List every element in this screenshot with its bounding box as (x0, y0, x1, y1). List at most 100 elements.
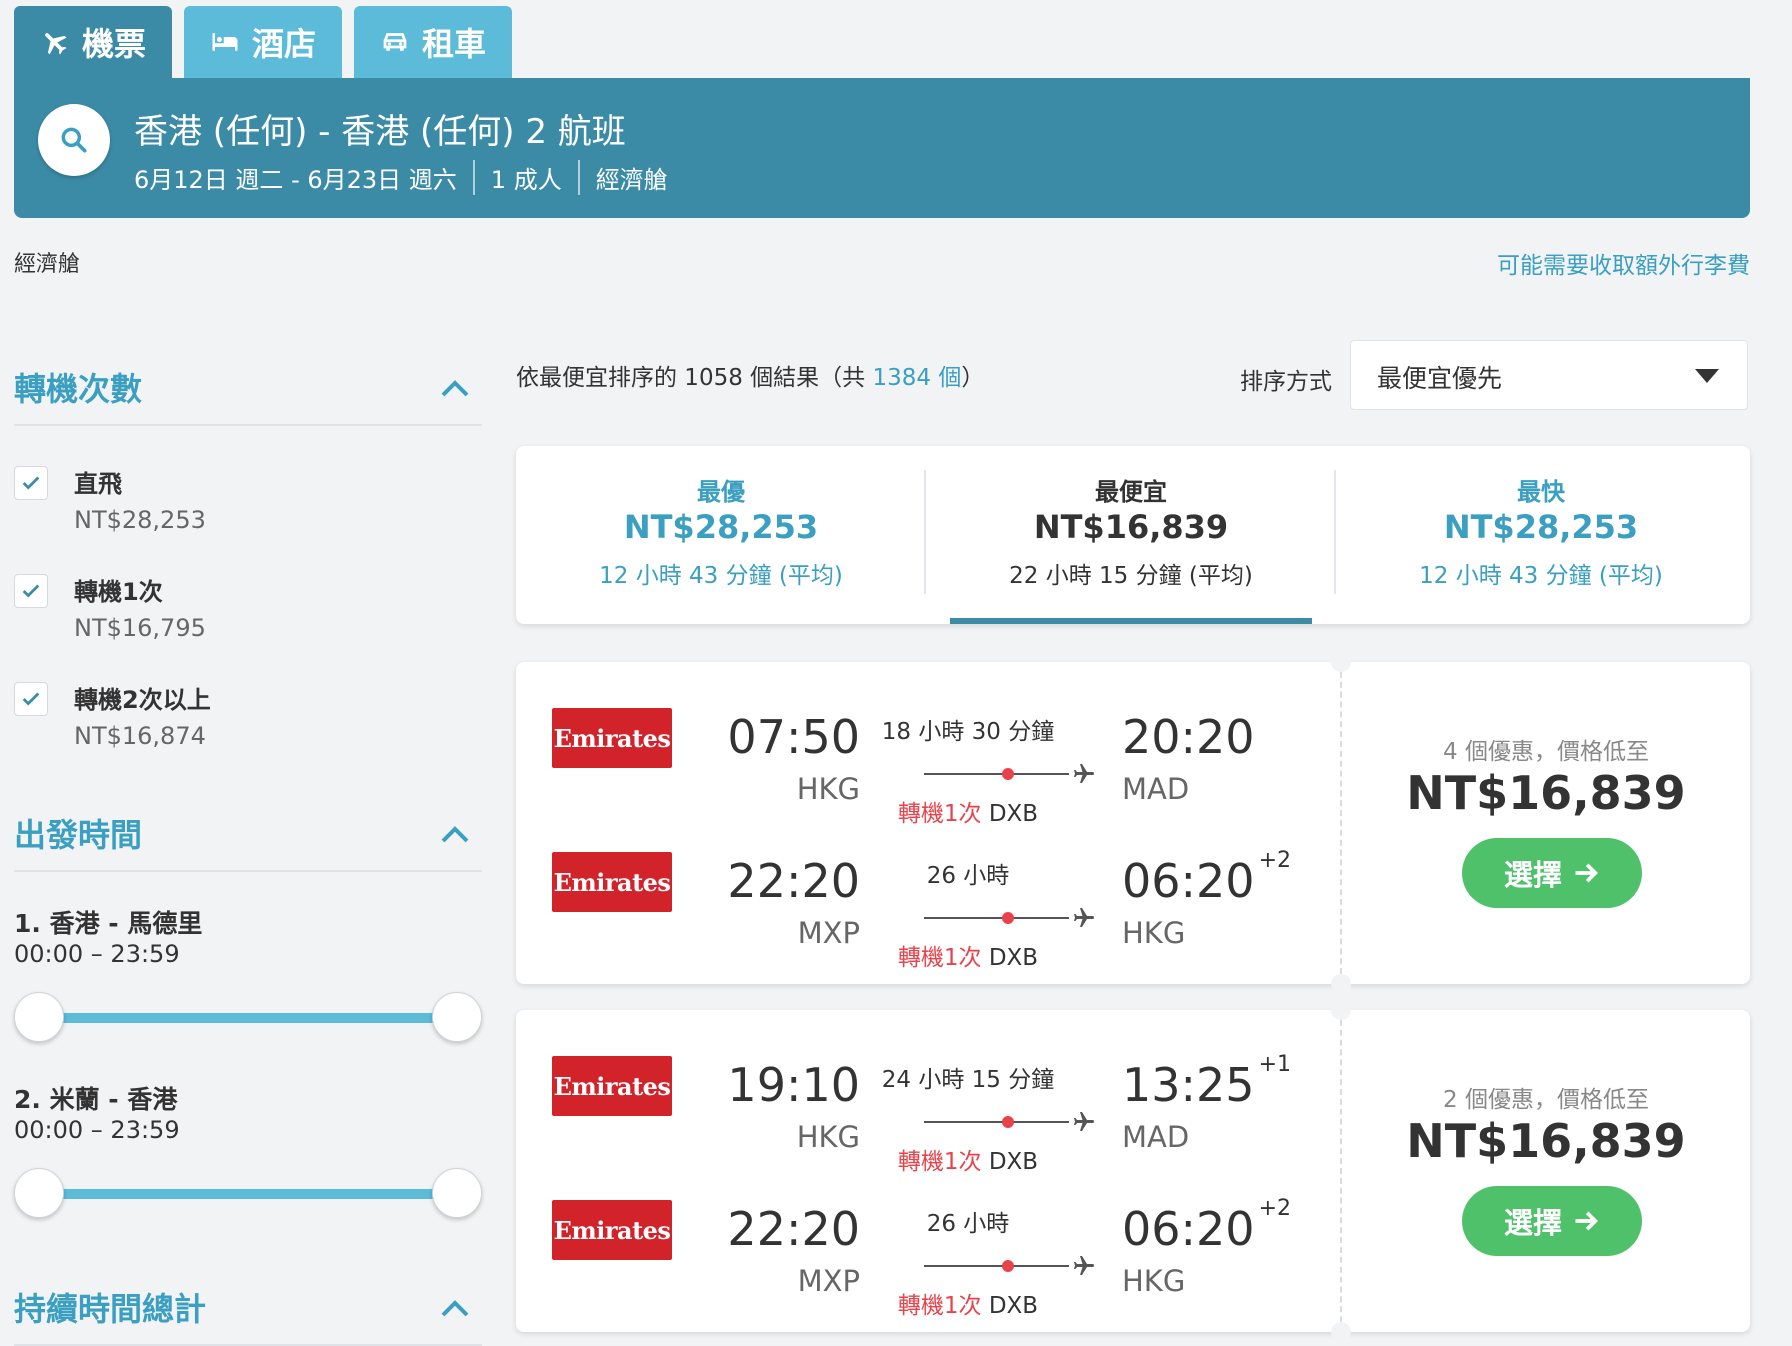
flight-leg-return: Emirates 22:20 MXP 26 小時 轉機1次 DXB 06:20 +… (516, 834, 1336, 971)
flight-leg-outbound: Emirates 19:10 HKG 24 小時 15 分鐘 轉機1次 DXB … (516, 1038, 1336, 1175)
departure-time: 19:10 (727, 1058, 860, 1112)
summary-label: 最快 (1517, 478, 1565, 506)
bed-icon (212, 33, 238, 51)
filter-departure-header[interactable]: 出發時間 (14, 806, 482, 872)
divider (1340, 662, 1342, 984)
search-passengers: 1 成人 (472, 160, 578, 195)
day-offset: +1 (1258, 1052, 1292, 1077)
plane-icon (1074, 764, 1094, 783)
stop-count: 轉機1次 (897, 801, 982, 827)
check-icon (22, 584, 40, 598)
check-icon (22, 476, 40, 490)
search-icon (61, 127, 87, 153)
slider-handle-end[interactable] (432, 992, 482, 1042)
flight-price: NT$16,839 (1406, 1114, 1686, 1168)
departure-time-slider[interactable] (14, 1166, 482, 1222)
arrival-time: 06:20 +2 (1122, 1196, 1291, 1256)
stop-count: 轉機1次 (897, 1293, 982, 1319)
checkbox[interactable] (14, 466, 48, 500)
flight-duration: 24 小時 15 分鐘 (881, 1067, 1055, 1093)
tab-hotels[interactable]: 酒店 (184, 6, 342, 78)
chevron-up-icon[interactable] (440, 378, 470, 398)
plane-icon (1074, 908, 1094, 927)
slider-handle-end[interactable] (432, 1168, 482, 1218)
departure-time: 22:20 (727, 1202, 860, 1256)
filter-option-label: 直飛 (74, 470, 122, 498)
select-flight-button[interactable]: 選擇 (1462, 838, 1642, 908)
arrival-airport: MAD (1122, 1120, 1190, 1154)
stop-count: 轉機1次 (897, 945, 982, 971)
search-summary-banner[interactable]: 香港 (任何) - 香港 (任何) 2 航班 6月12日 週二 - 6月23日 … (14, 78, 1750, 218)
route-segment (924, 917, 1069, 919)
route-line (924, 1254, 1094, 1278)
arrival-time: 06:20 +2 (1122, 848, 1291, 908)
summary-price: NT$16,839 (1033, 508, 1229, 546)
arrival-airport: HKG (1122, 916, 1186, 950)
day-offset: +2 (1258, 848, 1292, 873)
slider-track (38, 1189, 452, 1199)
ticket-notch (1331, 1322, 1351, 1342)
summary-tab-fastest[interactable]: 最快 NT$28,253 12 小時 43 分鐘 (平均) (1336, 446, 1746, 624)
divider (1340, 1010, 1342, 1332)
checkbox[interactable] (14, 574, 48, 608)
filter-option-label: 轉機1次 (74, 578, 163, 606)
stopover-dot (1002, 768, 1014, 780)
slider-handle-start[interactable] (14, 1168, 64, 1218)
route-segment (924, 1121, 1069, 1123)
baggage-fee-link[interactable]: 可能需要收取額外行李費 (1497, 246, 1750, 280)
summary-tab-cheapest[interactable]: 最便宜 NT$16,839 22 小時 15 分鐘 (平均) (926, 446, 1336, 624)
stops-info: 轉機1次 DXB (868, 794, 1068, 828)
summary-duration: 22 小時 15 分鐘 (平均) (1009, 563, 1253, 589)
offers-count: 4 個優惠，價格低至 (1443, 739, 1649, 765)
active-tab-indicator (950, 618, 1312, 624)
flight-result-card[interactable]: Emirates 19:10 HKG 24 小時 15 分鐘 轉機1次 DXB … (516, 1000, 1750, 1342)
ticket-notch (1331, 652, 1351, 672)
departure-time-slider[interactable] (14, 990, 482, 1046)
chevron-up-icon[interactable] (440, 824, 470, 844)
slider-track (38, 1013, 452, 1023)
check-icon (22, 692, 40, 706)
flight-result-card[interactable]: Emirates 07:50 HKG 18 小時 30 分鐘 轉機1次 DXB … (516, 652, 1750, 994)
arrival-time-value: 06:20 (1122, 854, 1255, 908)
stop-count: 轉機1次 (897, 1149, 982, 1175)
departure-time-range: 00:00 – 23:59 (14, 940, 180, 968)
slider-handle-start[interactable] (14, 992, 64, 1042)
checkbox[interactable] (14, 682, 48, 716)
departure-route-label: 1. 香港 - 馬德里 (14, 909, 203, 938)
route-line (924, 1110, 1094, 1134)
results-total-link[interactable]: 1384 個 (872, 365, 961, 391)
departure-time: 07:50 (727, 710, 860, 764)
filter-option-price: NT$28,253 (74, 506, 206, 534)
results-prefix: 依最便宜排序的 1058 個結果（共 (516, 365, 873, 391)
departure-route-label: 2. 米蘭 - 香港 (14, 1085, 178, 1114)
flight-leg-outbound: Emirates 07:50 HKG 18 小時 30 分鐘 轉機1次 DXB … (516, 690, 1336, 827)
route-segment (924, 773, 1069, 775)
flight-duration: 26 小時 (926, 1211, 1010, 1237)
flight-leg-return: Emirates 22:20 MXP 26 小時 轉機1次 DXB 06:20 +… (516, 1182, 1336, 1319)
stopover-dot (1002, 1260, 1014, 1272)
tab-cars[interactable]: 租車 (354, 6, 512, 78)
route-line (924, 762, 1094, 786)
arrival-time: 20:20 (1122, 710, 1259, 764)
departure-time: 22:20 (727, 854, 860, 908)
arrival-airport: HKG (1122, 1264, 1186, 1298)
filter-duration-header[interactable]: 持續時間總計 (14, 1280, 482, 1346)
sort-value: 最便宜優先 (1377, 364, 1503, 393)
arrival-time: 13:25 +1 (1122, 1052, 1291, 1112)
ticket-notch (1331, 1000, 1351, 1020)
filter-stops-header[interactable]: 轉機次數 (14, 360, 482, 426)
select-flight-button[interactable]: 選擇 (1462, 1186, 1642, 1256)
chevron-up-icon[interactable] (440, 1298, 470, 1318)
tab-flights[interactable]: 機票 (14, 6, 172, 78)
arrival-time-value: 20:20 (1122, 710, 1255, 764)
arrow-right-icon (1575, 863, 1598, 883)
tab-label: 機票 (81, 25, 146, 63)
sort-dropdown[interactable]: 最便宜優先 (1350, 340, 1748, 410)
car-icon (383, 33, 407, 51)
search-button[interactable] (38, 104, 110, 176)
stop-airport: DXB (988, 1149, 1039, 1175)
summary-tab-best[interactable]: 最優 NT$28,253 12 小時 43 分鐘 (平均) (516, 446, 926, 624)
tab-label: 酒店 (251, 25, 316, 63)
filter-option-price: NT$16,795 (74, 614, 206, 642)
airline-logo: Emirates (552, 708, 672, 768)
